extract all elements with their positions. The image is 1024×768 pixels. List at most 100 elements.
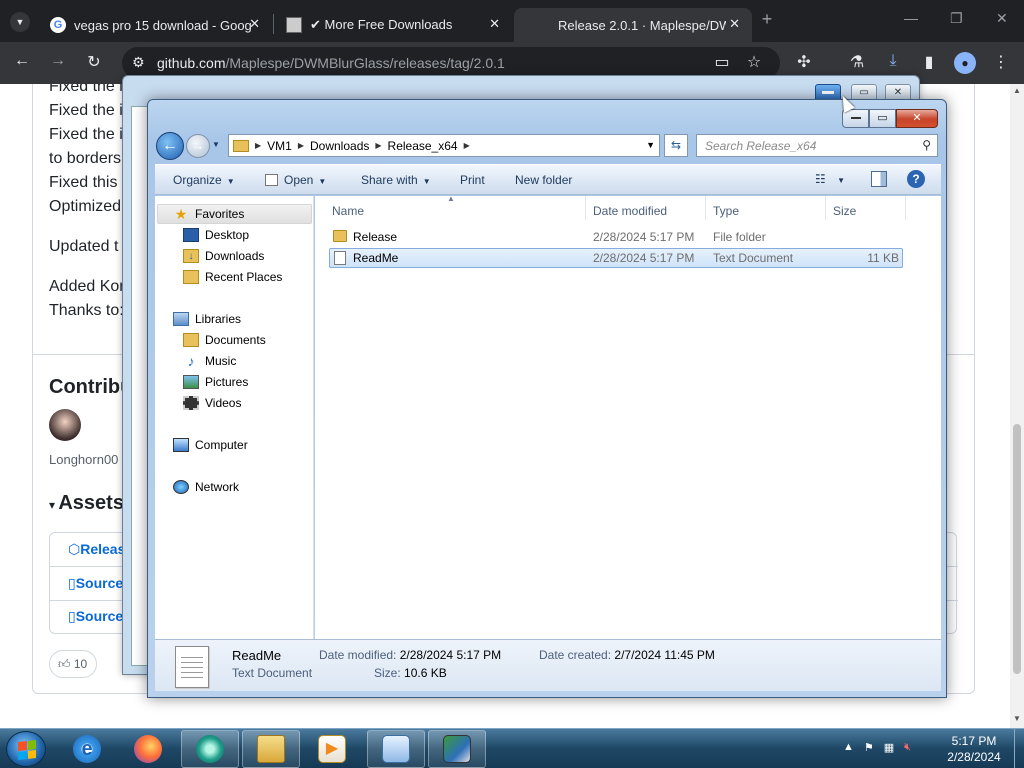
search-icon[interactable]: ⚲ <box>922 138 931 152</box>
column-divider[interactable] <box>905 196 906 220</box>
volume-muted-icon[interactable]: 🔇︎ <box>904 741 911 754</box>
extensions-icon[interactable]: ✣ <box>793 52 815 72</box>
profile-avatar-icon[interactable]: ● <box>954 52 976 74</box>
details-created-label: Date created: <box>539 648 612 662</box>
chevron-right-icon[interactable]: ▶ <box>375 141 381 150</box>
nav-documents[interactable]: Documents <box>183 333 266 347</box>
column-header-date[interactable]: Date modified <box>593 204 667 218</box>
system-clock[interactable]: 5:17 PM 2/28/2024 <box>936 733 1012 765</box>
asset-source-tar-link[interactable]: ▯Source <box>68 608 123 625</box>
refresh-icon[interactable]: ⇆ <box>664 134 688 157</box>
internet-explorer-icon: e <box>73 735 101 763</box>
labs-flask-icon[interactable]: ⚗ <box>846 52 868 72</box>
taskbar-file-explorer[interactable] <box>242 730 300 768</box>
reload-icon[interactable]: ↻ <box>83 52 105 72</box>
site-info-icon[interactable]: ⚙ <box>132 54 145 71</box>
taskbar-remote-app[interactable] <box>428 730 486 768</box>
scroll-up-icon[interactable]: ▲ <box>1013 86 1021 95</box>
taskbar-chrome-like-browser[interactable] <box>181 730 239 768</box>
close-icon[interactable]: ✕ <box>489 16 500 32</box>
bookmark-star-icon[interactable]: ☆ <box>743 52 765 72</box>
file-date: 2/28/2024 5:17 PM <box>593 230 695 244</box>
asset-release-link[interactable]: ⬡Releas <box>68 541 125 558</box>
new-folder-button[interactable]: New folder <box>515 173 572 187</box>
show-desktop-button[interactable] <box>1014 729 1024 768</box>
install-app-icon[interactable]: ▭ <box>711 52 733 72</box>
nav-network[interactable]: Network <box>173 480 239 494</box>
column-header-name[interactable]: Name <box>332 204 364 218</box>
show-hidden-icons[interactable]: ▲ <box>843 741 854 754</box>
search-input[interactable]: Search Release_x64 ⚲ <box>696 134 938 157</box>
back-icon[interactable]: ← <box>11 52 33 70</box>
share-with-button[interactable]: Share with ▼ <box>361 173 431 187</box>
explorer-window[interactable]: ▭ ✕ ← → ▼ ▶ VM1 ▶ Downloads ▶ Release_x6… <box>147 99 947 698</box>
minimize-icon[interactable] <box>842 109 869 128</box>
taskbar-control-panel[interactable] <box>367 730 425 768</box>
close-icon[interactable]: ✕ <box>249 16 260 32</box>
asset-source-zip-link[interactable]: ▯Source <box>68 575 123 592</box>
minimize-icon[interactable]: — <box>904 10 918 26</box>
preview-pane-icon[interactable] <box>871 171 887 187</box>
contributor-name[interactable]: Longhorn00 <box>49 452 118 467</box>
print-button[interactable]: Print <box>460 173 485 187</box>
network-icon[interactable]: ▦ <box>884 741 894 754</box>
change-view-icon[interactable]: ☷ ▼ <box>815 172 845 186</box>
chevron-right-icon[interactable]: ▶ <box>464 141 470 150</box>
thumbs-up-reaction[interactable]: 👍︎ 10 <box>49 650 97 678</box>
scroll-down-icon[interactable]: ▼ <box>1013 714 1021 723</box>
download-icon[interactable]: ⤓ <box>882 52 904 70</box>
nav-favorites[interactable]: ★ Favorites <box>173 206 245 222</box>
taskbar-firefox[interactable] <box>119 730 177 768</box>
back-arrow-icon[interactable]: ← <box>156 132 184 160</box>
tab-search-icon[interactable]: ▼ <box>10 12 30 32</box>
column-divider[interactable] <box>705 196 706 220</box>
nav-downloads[interactable]: ↓ Downloads <box>183 249 264 263</box>
menu-icon[interactable]: ⋮ <box>990 52 1012 72</box>
file-row-release[interactable]: Release 2/28/2024 5:17 PM File folder <box>329 227 903 247</box>
breadcrumb-downloads[interactable]: Downloads <box>310 139 369 153</box>
nav-music[interactable]: ♪ Music <box>183 353 237 369</box>
release-note-line: to borders <box>49 150 122 167</box>
column-header-type[interactable]: Type <box>713 204 739 218</box>
action-center-flag-icon[interactable]: ⚑ <box>864 741 874 754</box>
nav-desktop[interactable]: Desktop <box>183 228 249 242</box>
nav-videos[interactable]: Videos <box>183 396 241 410</box>
forward-arrow-icon[interactable]: → <box>186 134 210 158</box>
taskbar-internet-explorer[interactable]: e <box>58 730 116 768</box>
side-panel-icon[interactable]: ▮ <box>918 52 940 72</box>
organize-button[interactable]: Organize ▼ <box>173 173 235 187</box>
column-divider[interactable] <box>825 196 826 220</box>
close-icon[interactable]: ✕ <box>729 16 740 32</box>
breadcrumb-release-x64[interactable]: Release_x64 <box>388 139 458 153</box>
column-header-size[interactable]: Size <box>833 204 856 218</box>
close-window-icon[interactable]: ✕ <box>996 10 1008 27</box>
open-button[interactable]: Open ▼ <box>265 173 326 187</box>
forward-icon[interactable]: → <box>47 52 69 70</box>
address-history-dropdown[interactable]: ▼ <box>646 140 655 150</box>
nav-libraries[interactable]: Libraries <box>173 312 241 326</box>
new-tab-icon[interactable]: + <box>756 9 778 30</box>
taskbar-media-player[interactable]: ▶ <box>303 730 361 768</box>
contributor-avatar[interactable] <box>49 409 81 441</box>
column-divider[interactable] <box>585 196 586 220</box>
nav-recent-places[interactable]: Recent Places <box>183 270 282 284</box>
tab-free-downloads[interactable]: ✔ More Free Downloads ✕ <box>276 8 512 42</box>
page-scrollbar[interactable]: ▲ ▼ <box>1010 84 1024 728</box>
chevron-right-icon[interactable]: ▶ <box>298 141 304 150</box>
assets-heading[interactable]: ▾ Assets <box>49 492 124 515</box>
nav-pictures[interactable]: Pictures <box>183 375 248 389</box>
chevron-right-icon[interactable]: ▶ <box>255 141 261 150</box>
file-row-readme[interactable]: ReadMe 2/28/2024 5:17 PM Text Document 1… <box>329 248 903 268</box>
nav-computer[interactable]: Computer <box>173 438 248 452</box>
close-icon[interactable]: ✕ <box>896 109 938 128</box>
start-button[interactable] <box>6 731 46 767</box>
tab-release[interactable]: Release 2.0.1 · Maplespe/DWM ✕ <box>514 8 752 42</box>
help-icon[interactable]: ? <box>907 170 925 188</box>
scrollbar-thumb[interactable] <box>1013 424 1021 674</box>
address-breadcrumb[interactable]: ▶ VM1 ▶ Downloads ▶ Release_x64 ▶ ▼ <box>228 134 660 157</box>
recent-pages-dropdown[interactable]: ▼ <box>212 140 220 149</box>
breadcrumb-vm1[interactable]: VM1 <box>267 139 292 153</box>
restore-icon[interactable]: ❐ <box>950 10 963 27</box>
maximize-icon[interactable]: ▭ <box>869 109 896 128</box>
tab-vegas-search[interactable]: G vegas pro 15 download - Goog ✕ <box>40 8 272 42</box>
